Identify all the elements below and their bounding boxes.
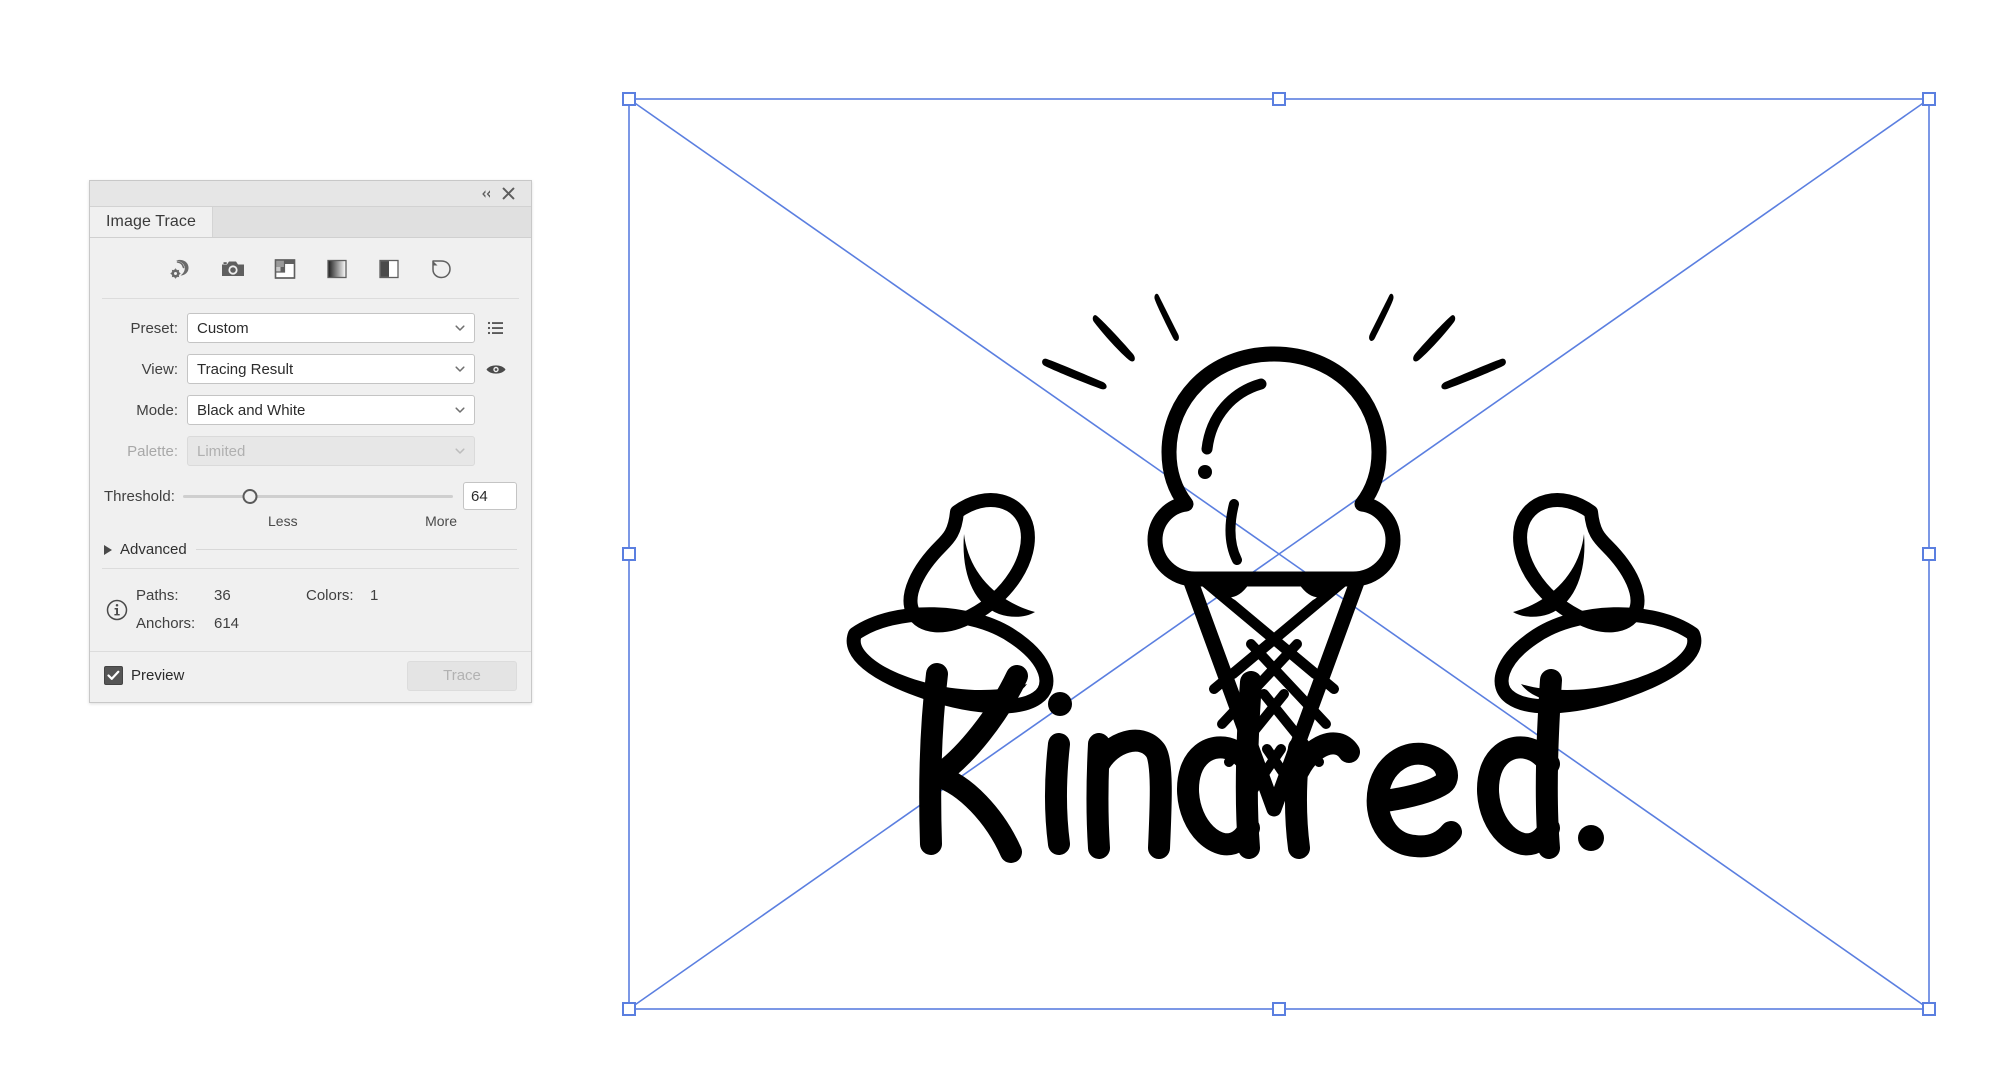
handle-top-right[interactable] xyxy=(1922,92,1936,106)
palette-row: Palette: Limited xyxy=(104,436,517,466)
chevron-down-icon xyxy=(455,366,465,372)
preset-value: Custom xyxy=(197,319,249,337)
list-menu-icon xyxy=(487,321,503,335)
advanced-disclosure[interactable]: Advanced xyxy=(90,529,531,568)
handle-bottom-center[interactable] xyxy=(1272,1002,1286,1016)
handle-bottom-right[interactable] xyxy=(1922,1002,1936,1016)
tab-image-trace[interactable]: Image Trace xyxy=(90,207,214,237)
preset-menu-button[interactable] xyxy=(475,320,517,336)
preview-checkbox[interactable] xyxy=(104,666,123,685)
close-panel-button[interactable] xyxy=(497,184,519,204)
trace-info: Paths: 36 Colors: 1 Anchors: 614 xyxy=(90,569,531,651)
trace-settings-rows: Preset: Custom View: Tracing Result Mode… xyxy=(90,299,531,466)
black-and-white-button[interactable] xyxy=(374,254,404,284)
handle-bottom-left[interactable] xyxy=(622,1002,636,1016)
threshold-label: Threshold: xyxy=(104,487,175,505)
mode-label: Mode: xyxy=(136,401,178,419)
double-chevron-left-icon xyxy=(482,189,490,198)
handle-top-left[interactable] xyxy=(622,92,636,106)
mode-value: Black and White xyxy=(197,401,306,419)
view-value: Tracing Result xyxy=(197,360,294,378)
colors-label: Colors: xyxy=(306,587,354,604)
black-and-white-icon xyxy=(378,259,399,279)
auto-color-button[interactable] xyxy=(166,254,196,284)
chevron-down-icon xyxy=(455,407,465,413)
eye-icon xyxy=(486,364,506,374)
anchors-label: Anchors: xyxy=(136,614,196,632)
view-label: View: xyxy=(141,360,178,378)
grayscale-button[interactable] xyxy=(322,254,352,284)
paths-value: 36 xyxy=(214,587,231,604)
anchors-line: Anchors: 614 xyxy=(136,610,517,638)
sparkle-lines-right xyxy=(1369,293,1506,390)
mode-select[interactable]: Black and White xyxy=(187,395,475,425)
advanced-rule xyxy=(195,549,517,550)
info-circle-icon xyxy=(104,597,130,623)
threshold-min-label: Less xyxy=(268,513,298,529)
paths-line: Paths: 36 Colors: 1 xyxy=(136,582,517,610)
chevron-down-icon xyxy=(455,448,465,454)
grayscale-icon xyxy=(326,259,347,279)
tab-image-trace-label: Image Trace xyxy=(106,213,197,230)
close-icon xyxy=(502,187,514,200)
handle-top-center[interactable] xyxy=(1272,92,1286,106)
high-fidelity-photo-icon xyxy=(221,261,244,276)
trace-button-label: Trace xyxy=(443,667,481,684)
anchors-value: 614 xyxy=(214,614,240,632)
checkmark-icon xyxy=(107,670,120,680)
trace-mode-icon-row xyxy=(102,238,519,299)
outline-icon xyxy=(431,260,451,279)
outline-button[interactable] xyxy=(426,254,456,284)
sparkle-lines-left xyxy=(1042,293,1179,390)
high-fidelity-photo-button[interactable] xyxy=(218,254,248,284)
threshold-value: 64 xyxy=(471,487,488,505)
collapse-panel-button[interactable] xyxy=(475,184,497,204)
ice-cream-scoop xyxy=(1147,346,1401,587)
panel-footer: Preview Trace xyxy=(90,650,531,702)
threshold-row: Threshold: 64 xyxy=(90,477,531,511)
kindred-ice-cream-logo[interactable]: Kindred. xyxy=(759,204,1789,904)
panel-body: Preset: Custom View: Tracing Result Mode… xyxy=(90,238,531,702)
panel-titlebar xyxy=(90,181,531,207)
low-color-button[interactable] xyxy=(270,254,300,284)
view-select[interactable]: Tracing Result xyxy=(187,354,475,384)
preset-label: Preset: xyxy=(130,319,178,337)
triangle-right-icon xyxy=(104,544,112,555)
colors-value: 1 xyxy=(370,587,379,604)
chevron-down-icon xyxy=(455,325,465,331)
handle-middle-left[interactable] xyxy=(622,547,636,561)
palette-value: Limited xyxy=(197,442,246,460)
threshold-slider[interactable] xyxy=(182,484,453,508)
threshold-slider-knob[interactable] xyxy=(242,488,258,504)
view-row: View: Tracing Result xyxy=(104,354,517,384)
palette-label: Palette: xyxy=(127,442,178,460)
panel-tabstrip: Image Trace xyxy=(90,207,531,238)
view-preview-toggle[interactable] xyxy=(475,362,517,377)
auto-color-icon xyxy=(169,259,189,279)
advanced-label: Advanced xyxy=(120,541,187,558)
palette-select: Limited xyxy=(187,436,475,466)
threshold-scale: Less More xyxy=(90,511,531,529)
trace-button: Trace xyxy=(407,660,517,691)
artboard-selection: Kindred. xyxy=(622,92,1936,1016)
preset-row: Preset: Custom xyxy=(104,313,517,343)
threshold-max-label: More xyxy=(425,513,457,529)
leaf-upper-right xyxy=(1513,493,1645,633)
trace-info-values: Paths: 36 Colors: 1 Anchors: 614 xyxy=(136,582,517,638)
handle-middle-right[interactable] xyxy=(1922,547,1936,561)
paths-label: Paths: xyxy=(136,587,179,604)
leaf-upper-left xyxy=(903,493,1035,633)
waffle-cone xyxy=(1183,574,1365,817)
threshold-input[interactable]: 64 xyxy=(463,482,517,510)
threshold-slider-track xyxy=(182,494,453,498)
mode-row: Mode: Black and White xyxy=(104,395,517,425)
low-color-icon xyxy=(274,259,295,279)
image-trace-panel: Image Trace Preset: Custom View: Tracing… xyxy=(89,180,532,703)
preview-label[interactable]: Preview xyxy=(131,667,184,684)
preset-select[interactable]: Custom xyxy=(187,313,475,343)
